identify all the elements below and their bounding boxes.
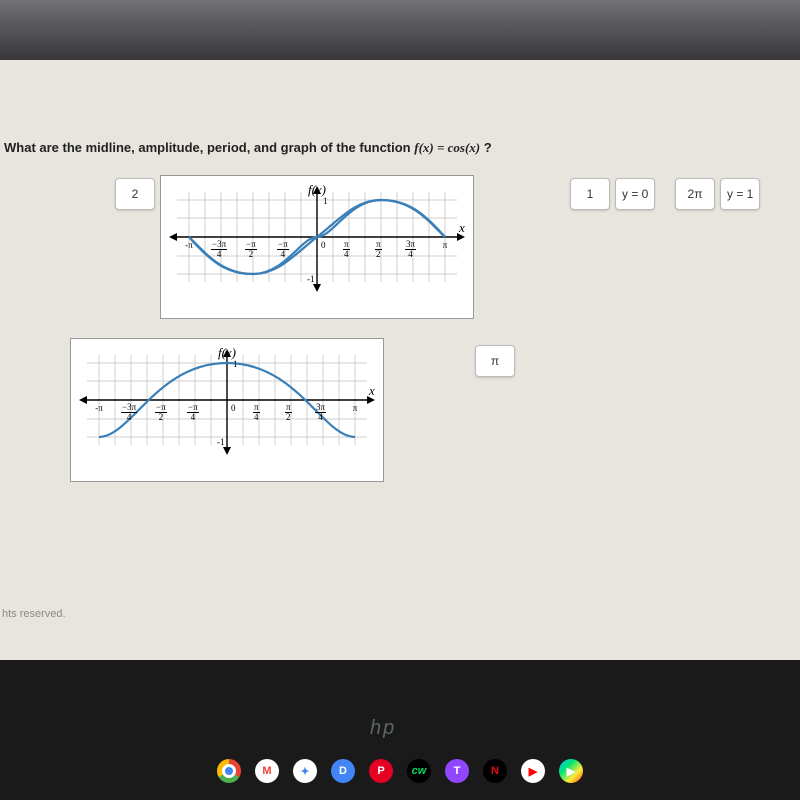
answer-choice-2[interactable]: 2 <box>115 178 155 210</box>
svg-text:0: 0 <box>321 240 326 250</box>
flabel2: f(x) <box>218 345 236 360</box>
svg-text:1: 1 <box>323 196 328 206</box>
cw-icon[interactable]: cw <box>407 759 431 783</box>
svg-text:π: π <box>353 403 358 413</box>
twitch-icon[interactable]: T <box>445 759 469 783</box>
question-prefix: What are the midline, amplitude, period,… <box>4 140 414 155</box>
answer-choice-y1[interactable]: y = 1 <box>720 178 760 210</box>
answer-choice-y0[interactable]: y = 0 <box>615 178 655 210</box>
xlabel: x <box>458 220 465 235</box>
question-text: What are the midline, amplitude, period,… <box>4 140 796 156</box>
pinterest-icon[interactable]: P <box>369 759 393 783</box>
cosine-plot-svg: f(x) x -π −3π4 −π2 −π4 0 π4 π2 3π4 π 1 -… <box>77 345 377 475</box>
svg-text:-π: -π <box>95 403 103 413</box>
webpage-area: What are the midline, amplitude, period,… <box>0 60 800 660</box>
hp-logo: hp <box>370 717 396 740</box>
flabel: f(x) <box>308 182 326 197</box>
svg-text:π: π <box>443 240 448 250</box>
svg-text:-π: -π <box>185 240 193 250</box>
y-arrow-down <box>313 284 321 292</box>
photos-icon[interactable]: ✦ <box>293 759 317 783</box>
chrome-icon[interactable] <box>217 759 241 783</box>
xlabel2: x <box>368 383 375 398</box>
svg-text:1: 1 <box>233 359 238 369</box>
svg-text:-1: -1 <box>217 437 225 447</box>
youtube-icon[interactable]: ▶ <box>521 759 545 783</box>
copyright-text: hts reserved. <box>2 608 66 620</box>
sine-plot-svg: f(x) x -π −3π4 −π2 −π4 0 π4 π2 3π4 π 1 -… <box>167 182 467 312</box>
answer-choice-1[interactable]: 1 <box>570 178 610 210</box>
svg-text:0: 0 <box>231 403 236 413</box>
docs-icon[interactable]: D <box>331 759 355 783</box>
question-function: f(x) = cos(x) <box>414 140 480 155</box>
x-arrow-left <box>169 233 177 241</box>
gmail-icon[interactable]: M <box>255 759 279 783</box>
graph-option-sine[interactable]: f(x) x -π −3π4 −π2 −π4 0 π4 π2 3π4 π 1 -… <box>160 175 474 319</box>
question-suffix: ? <box>484 140 492 155</box>
svg-text:-1: -1 <box>307 274 315 284</box>
answer-choice-pi[interactable]: π <box>475 345 515 377</box>
answer-choice-2pi[interactable]: 2π <box>675 178 715 210</box>
graph-option-cosine[interactable]: f(x) x -π −3π4 −π2 −π4 0 π4 π2 3π4 π 1 -… <box>70 338 384 482</box>
play-store-icon[interactable]: ▶ <box>559 759 583 783</box>
netflix-icon[interactable]: N <box>483 759 507 783</box>
chromebook-shelf: M ✦ D P cw T N ▶ ▶ <box>0 754 800 788</box>
